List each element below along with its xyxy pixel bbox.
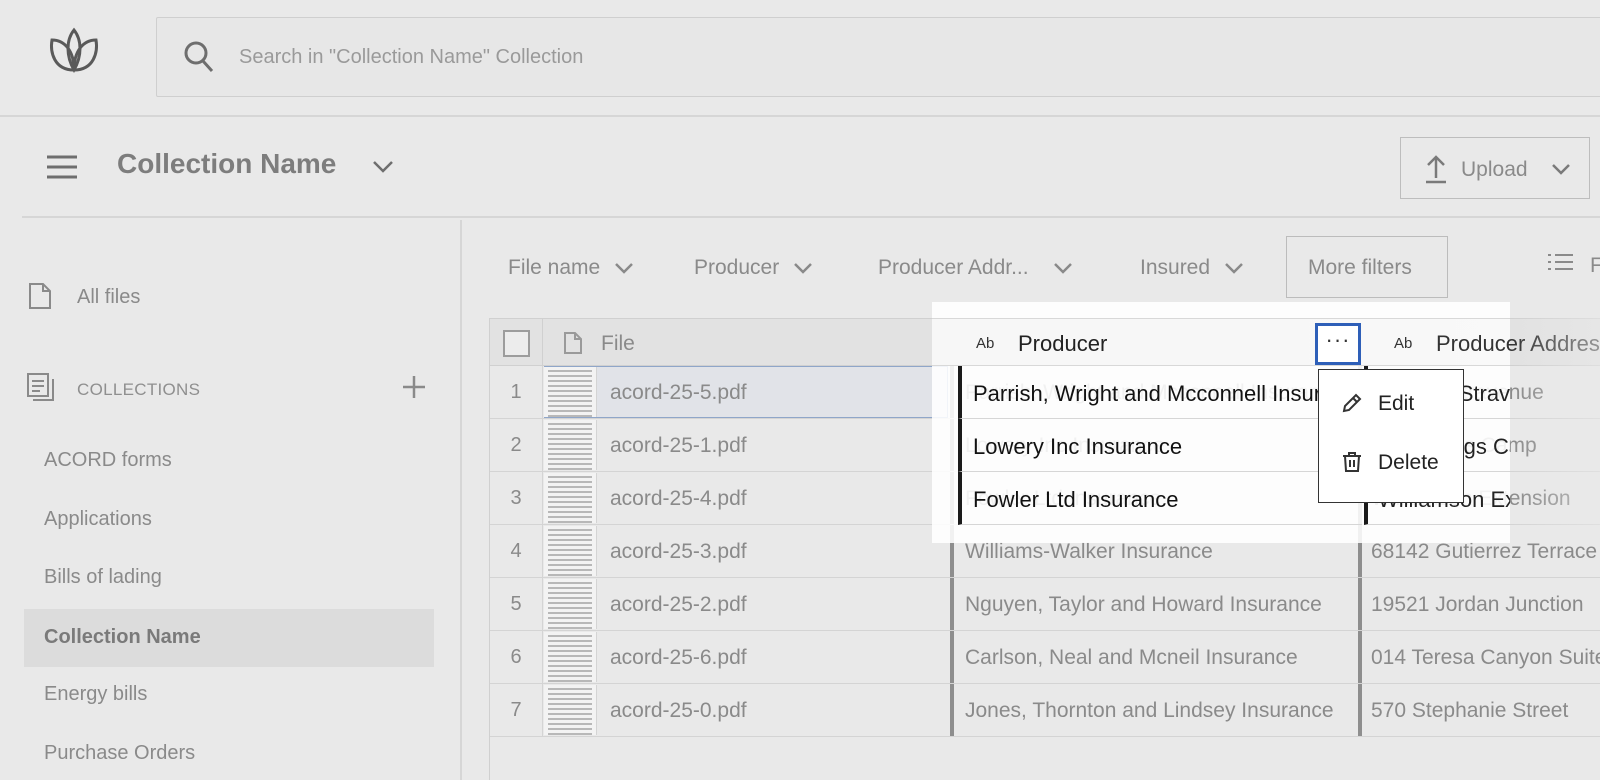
file-icon — [563, 331, 583, 360]
view-label[interactable]: F — [1590, 254, 1600, 278]
file-name[interactable]: acord-25-6.pdf — [610, 646, 747, 670]
menu-item-label: Delete — [1378, 451, 1439, 474]
chevron-down-icon — [1551, 162, 1571, 180]
file-thumbnail — [544, 473, 597, 523]
trash-icon — [1341, 451, 1363, 478]
text-type-badge: Ab — [976, 335, 995, 352]
pencil-icon — [1341, 392, 1363, 419]
producer-address-cell[interactable]: 014 Teresa Canyon Suite — [1358, 631, 1600, 683]
producer-address-cell[interactable]: 570 Stephanie Street — [1358, 684, 1600, 736]
file-name[interactable]: acord-25-2.pdf — [610, 593, 747, 617]
row-number: 6 — [490, 631, 543, 683]
menu-item-label: Edit — [1378, 392, 1415, 415]
producer-cell[interactable]: Nguyen, Taylor and Howard Insurance — [950, 578, 1358, 630]
more-filters-button[interactable]: More filters — [1286, 236, 1448, 298]
select-all-checkbox[interactable] — [503, 330, 530, 357]
sidebar: All files COLLECTIONS ACORD forms Applic… — [0, 220, 462, 780]
filter-bar: File name Producer Producer Addr... Insu… — [462, 220, 1600, 310]
filter-label: Insured — [1140, 256, 1211, 279]
sidebar-item-bills-of-lading[interactable]: Bills of lading — [24, 549, 434, 607]
file-name[interactable]: acord-25-5.pdf — [610, 381, 747, 405]
sidebar-item-applications[interactable]: Applications — [24, 491, 434, 549]
file-thumbnail — [544, 367, 597, 417]
producer-address-cell[interactable]: 19521 Jordan Junction — [1358, 578, 1600, 630]
collections-heading: COLLECTIONS — [26, 372, 426, 404]
table-row[interactable]: 6 acord-25-6.pdf Carlson, Neal and Mcnei… — [490, 631, 1600, 684]
collections-label: COLLECTIONS — [77, 380, 201, 399]
producer-cell[interactable]: Carlson, Neal and Mcneil Insurance — [950, 631, 1358, 683]
upload-label: Upload — [1461, 158, 1528, 181]
row-number: 5 — [490, 578, 543, 630]
file-thumbnail — [544, 685, 597, 735]
menu-icon[interactable] — [46, 154, 78, 185]
add-collection-icon[interactable] — [402, 372, 426, 405]
file-thumbnail — [544, 526, 597, 576]
top-bar: Search in "Collection Name" Collection — [0, 0, 1600, 117]
column-header-label: Producer — [1018, 331, 1108, 356]
upload-icon — [1423, 154, 1449, 189]
sidebar-item-collection-name[interactable]: Collection Name — [24, 609, 434, 667]
producer-cell[interactable]: Jones, Thornton and Lindsey Insurance — [950, 684, 1358, 736]
row-number: 3 — [490, 472, 543, 524]
search-bar[interactable]: Search in "Collection Name" Collection — [156, 17, 1600, 97]
column-header-file[interactable]: File — [543, 319, 958, 367]
table-row[interactable]: 7 acord-25-0.pdf Jones, Thornton and Lin… — [490, 684, 1600, 737]
filter-label: Producer — [694, 256, 780, 279]
filter-insured[interactable]: Insured — [1140, 256, 1244, 280]
chevron-down-icon — [1053, 256, 1073, 280]
row-number: 1 — [490, 366, 543, 418]
chevron-down-icon — [793, 256, 813, 280]
app-logo-icon[interactable] — [46, 26, 106, 76]
table-row[interactable]: 5 acord-25-2.pdf Nguyen, Taylor and Howa… — [490, 578, 1600, 631]
search-icon — [183, 40, 215, 79]
text-type-badge: Ab — [1394, 335, 1413, 352]
producer-cell[interactable]: Lowery Inc Insurance — [958, 419, 1362, 472]
chevron-down-icon — [1224, 256, 1244, 280]
sidebar-item-purchase-orders[interactable]: Purchase Orders — [24, 725, 434, 780]
column-header-label: File — [601, 332, 635, 355]
file-thumbnail — [544, 579, 597, 629]
file-name[interactable]: acord-25-0.pdf — [610, 699, 747, 723]
menu-item-edit[interactable]: Edit — [1319, 374, 1465, 432]
column-header-producer-address[interactable]: Producer Address — [1436, 331, 1600, 357]
file-name[interactable]: acord-25-1.pdf — [610, 434, 747, 458]
filter-file-name[interactable]: File name — [508, 256, 634, 280]
filter-label: Producer Addr... — [878, 256, 1029, 279]
upload-button[interactable]: Upload — [1400, 137, 1590, 199]
collection-header: Collection Name Upload — [22, 118, 1600, 218]
file-name[interactable]: acord-25-3.pdf — [610, 540, 747, 564]
column-options-button[interactable]: ··· — [1315, 323, 1361, 365]
file-thumbnail — [544, 420, 597, 470]
filter-label: File name — [508, 256, 601, 279]
sidebar-item-all-files[interactable]: All files — [28, 282, 140, 315]
file-name[interactable]: acord-25-4.pdf — [610, 487, 747, 511]
row-number: 2 — [490, 419, 543, 471]
sidebar-item-energy-bills[interactable]: Energy bills — [24, 666, 434, 724]
column-header-producer[interactable]: Ab Producer Ab Producer Address — [932, 318, 1600, 366]
chevron-down-icon — [614, 256, 634, 280]
row-number: 7 — [490, 684, 543, 736]
column-context-menu: Edit Delete — [1318, 369, 1464, 503]
page-title[interactable]: Collection Name — [117, 148, 336, 180]
sidebar-item-acord-forms[interactable]: ACORD forms — [24, 432, 434, 490]
filter-producer-address[interactable]: Producer Addr... — [878, 256, 1073, 280]
file-icon — [28, 283, 52, 314]
select-all-cell — [490, 319, 543, 367]
chevron-down-icon[interactable] — [372, 160, 394, 179]
producer-cell[interactable]: Parrish, Wright and Mcconnell Insurance — [958, 366, 1362, 419]
filter-producer[interactable]: Producer — [694, 256, 813, 280]
row-number: 4 — [490, 525, 543, 577]
list-view-icon[interactable] — [1546, 252, 1574, 281]
search-input[interactable]: Search in "Collection Name" Collection — [239, 46, 583, 69]
producer-cell[interactable]: Fowler Ltd Insurance — [958, 472, 1362, 525]
sidebar-item-label: All files — [77, 286, 141, 308]
menu-item-delete[interactable]: Delete — [1319, 433, 1465, 491]
collections-icon — [26, 372, 56, 409]
file-thumbnail — [544, 632, 597, 682]
